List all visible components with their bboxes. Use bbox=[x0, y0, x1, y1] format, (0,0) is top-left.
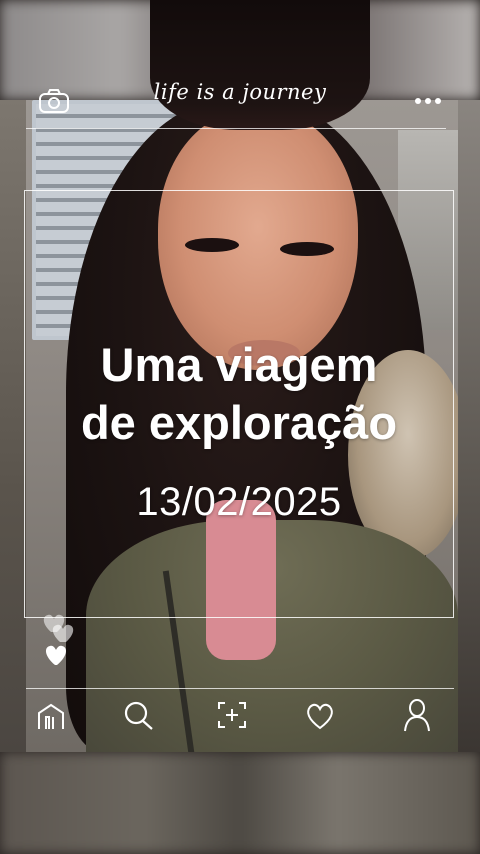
profile-icon[interactable] bbox=[402, 698, 432, 732]
post-title-line-1: Uma viagem bbox=[100, 338, 378, 391]
header-divider bbox=[26, 128, 446, 129]
blurred-background-bottom bbox=[0, 752, 480, 854]
search-icon[interactable] bbox=[122, 700, 156, 732]
more-dots-icon[interactable] bbox=[414, 97, 442, 105]
heart-stack-icon[interactable] bbox=[38, 610, 80, 666]
heart-icon[interactable] bbox=[304, 702, 336, 730]
camera-icon[interactable] bbox=[38, 88, 70, 114]
add-post-icon[interactable] bbox=[216, 700, 248, 730]
home-icon[interactable] bbox=[36, 702, 66, 730]
blurred-background-right bbox=[458, 100, 480, 752]
post-title: Uma viagem de exploração bbox=[24, 336, 454, 452]
bangs bbox=[150, 0, 370, 130]
post-date: 13/02/2025 bbox=[136, 480, 342, 524]
post-title-line-2: de exploração bbox=[80, 396, 398, 449]
footer-divider bbox=[26, 688, 454, 689]
blurred-background-left bbox=[0, 100, 26, 752]
brand-text: life is a journey bbox=[153, 80, 327, 104]
